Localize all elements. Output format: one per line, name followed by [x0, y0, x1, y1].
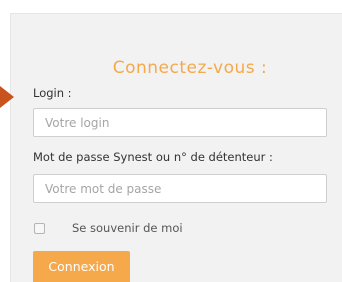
password-input[interactable] [33, 174, 327, 203]
password-label: Mot de passe Synest ou n° de détenteur : [33, 150, 273, 164]
login-submit-button[interactable]: Connexion [33, 251, 130, 282]
login-input[interactable] [33, 108, 327, 137]
remember-me-checkbox[interactable] [34, 223, 45, 234]
login-panel [10, 13, 342, 282]
remember-me-label[interactable]: Se souvenir de moi [72, 221, 183, 235]
form-title: Connectez-vous : [112, 58, 268, 78]
login-page: Connectez-vous : Login : Mot de passe Sy… [0, 0, 342, 282]
login-label: Login : [33, 86, 72, 100]
arrow-pointer-icon [0, 86, 14, 108]
